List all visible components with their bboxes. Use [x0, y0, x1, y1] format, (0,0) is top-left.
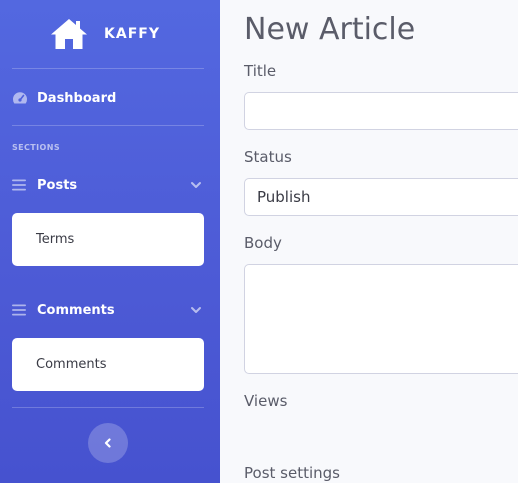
sidebar-divider: [12, 125, 204, 126]
brand-name: KAFFY: [104, 26, 160, 42]
sidebar-item-label: Comments: [37, 302, 115, 318]
sidebar-subitem-label: Comments: [36, 357, 107, 372]
sidebar-item-label: Posts: [37, 177, 78, 193]
views-label: Views: [244, 392, 288, 410]
home-icon: [51, 19, 88, 49]
post-settings-label: Post settings: [244, 464, 340, 482]
tachometer-icon: [12, 92, 28, 104]
status-select-value: Publish: [257, 188, 311, 206]
sidebar-divider: [12, 407, 204, 408]
sidebar-item-dashboard[interactable]: Dashboard: [12, 86, 204, 110]
sidebar-item-comments[interactable]: Comments: [12, 299, 204, 321]
app-root: KAFFY Dashboard SECTIONS Posts Terms Com…: [0, 0, 518, 483]
sidebar: KAFFY Dashboard SECTIONS Posts Terms Com…: [0, 0, 220, 483]
sidebar-item-label: Dashboard: [37, 90, 117, 106]
sidebar-subitem-terms[interactable]: Terms: [12, 213, 204, 266]
brand[interactable]: KAFFY: [0, 0, 220, 68]
chevron-down-icon: [191, 307, 201, 313]
body-label: Body: [244, 234, 282, 252]
bars-icon: [12, 304, 26, 316]
status-label: Status: [244, 148, 292, 166]
sidebar-toggle-button[interactable]: [88, 423, 128, 463]
sidebar-divider: [12, 68, 204, 69]
status-select[interactable]: Publish: [244, 178, 518, 216]
title-label: Title: [244, 62, 277, 80]
bars-icon: [12, 179, 26, 191]
sidebar-subitem-label: Terms: [36, 232, 75, 247]
sidebar-section-heading: SECTIONS: [12, 143, 60, 152]
body-textarea[interactable]: [244, 264, 518, 374]
main-content: New Article Title Status Publish Body Vi…: [220, 0, 518, 483]
chevron-left-icon: [104, 438, 111, 448]
sidebar-subitem-comments[interactable]: Comments: [12, 338, 204, 391]
title-input[interactable]: [244, 92, 518, 130]
chevron-down-icon: [191, 182, 201, 188]
page-title: New Article: [244, 12, 416, 47]
sidebar-item-posts[interactable]: Posts: [12, 174, 204, 196]
